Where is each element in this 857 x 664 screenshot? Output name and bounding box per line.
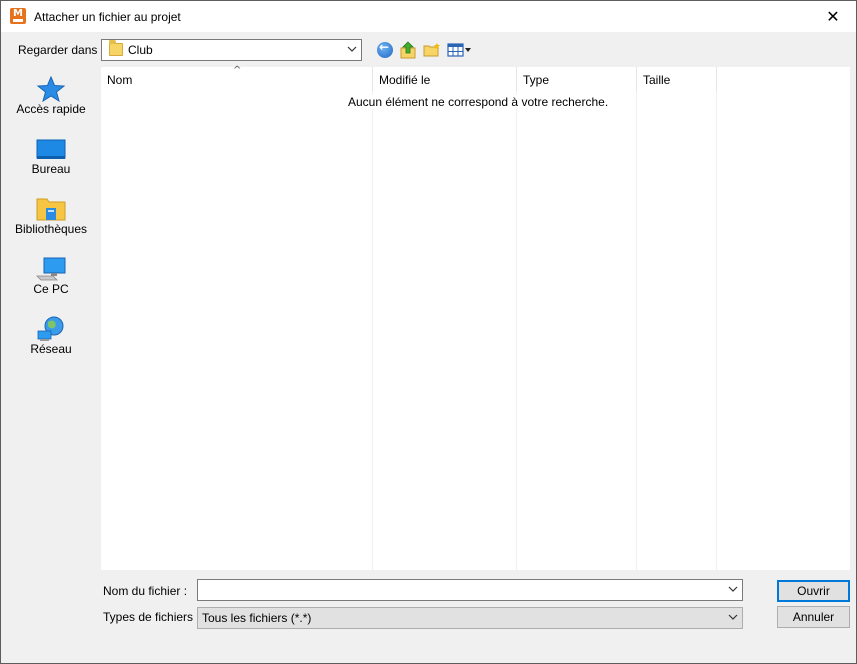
star-icon (36, 76, 66, 102)
place-label: Ce PC (33, 282, 69, 296)
look-in-label: Regarder dans : (18, 43, 105, 57)
look-in-value: Club (128, 43, 153, 57)
column-header-name[interactable]: Nom (101, 67, 373, 91)
place-label: Bureau (31, 162, 71, 176)
filename-input[interactable] (197, 579, 743, 601)
dialog-window: Attacher un fichier au projet ✕ Regarder… (0, 0, 857, 664)
libraries-icon (36, 198, 66, 221)
new-folder-icon[interactable] (423, 42, 441, 58)
column-header-modified[interactable]: Modifié le (373, 67, 517, 91)
column-divider (516, 91, 517, 570)
chevron-down-icon[interactable] (347, 43, 357, 55)
column-divider (636, 91, 637, 570)
computer-icon (36, 257, 66, 281)
folder-icon (109, 40, 123, 56)
look-in-combobox[interactable]: Club (101, 39, 362, 61)
place-libraries[interactable]: Bibliothèques (10, 188, 92, 242)
filetype-value: Tous les fichiers (*.*) (202, 611, 312, 625)
place-label: Accès rapide (16, 102, 86, 116)
filename-label: Nom du fichier : (103, 584, 188, 598)
place-quick-access[interactable]: Accès rapide (10, 68, 92, 122)
column-divider (716, 91, 717, 570)
place-label: Réseau (30, 342, 72, 356)
cancel-button[interactable]: Annuler (777, 606, 850, 628)
place-desktop[interactable]: Bureau (10, 128, 92, 182)
places-bar: Accès rapide Bureau Bibliothèques Ce PC … (10, 68, 92, 568)
up-folder-icon[interactable] (400, 41, 416, 59)
desktop-icon (36, 139, 66, 159)
chevron-down-icon[interactable] (728, 583, 738, 595)
column-header-type[interactable]: Type (517, 67, 637, 91)
close-button[interactable]: ✕ (810, 1, 856, 32)
filetype-select[interactable]: Tous les fichiers (*.*) (197, 607, 743, 629)
column-divider (372, 91, 373, 570)
column-header-label: Nom (107, 73, 133, 87)
back-icon[interactable] (377, 40, 393, 58)
place-network[interactable]: Réseau (10, 308, 92, 362)
app-icon (10, 8, 26, 24)
column-header-size[interactable]: Taille (637, 67, 717, 91)
column-header-label: Type (523, 73, 550, 87)
chevron-down-icon[interactable] (728, 611, 738, 623)
view-menu-icon[interactable] (447, 42, 473, 58)
column-header-label: Taille (643, 73, 671, 87)
network-icon (37, 316, 64, 341)
open-button[interactable]: Ouvrir (777, 580, 850, 602)
filetype-label: Types de fichiers : (103, 610, 200, 624)
place-this-pc[interactable]: Ce PC (10, 248, 92, 302)
empty-message: Aucun élément ne correspond à votre rech… (348, 95, 609, 109)
file-list[interactable]: ^ Nom Modifié le Type Taille Aucun éléme… (101, 65, 850, 570)
title-bar[interactable]: Attacher un fichier au projet ✕ (1, 1, 856, 32)
column-header-label: Modifié le (379, 73, 431, 87)
place-label: Bibliothèques (14, 222, 88, 236)
close-icon: ✕ (826, 7, 840, 26)
window-title: Attacher un fichier au projet (34, 10, 181, 24)
